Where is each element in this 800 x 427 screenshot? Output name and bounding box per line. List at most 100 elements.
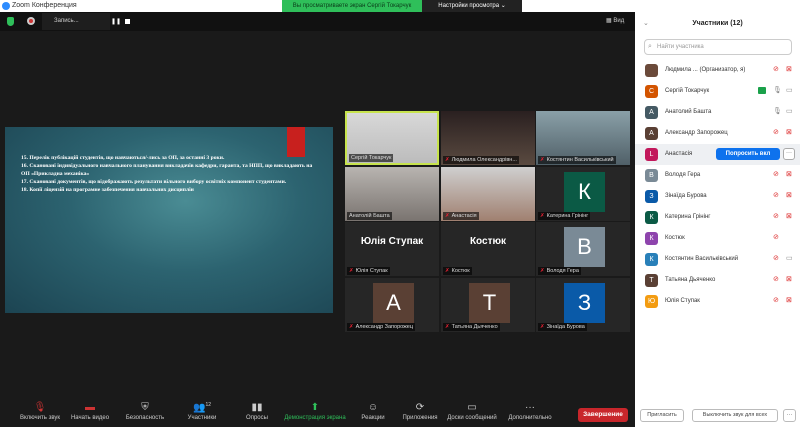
camera-off-icon[interactable]: ⊠ (786, 191, 792, 199)
participant-row[interactable]: В Володя Гера ⊘ ⊠ (635, 165, 800, 186)
avatar: К (645, 253, 658, 266)
slide-red-accent (287, 127, 305, 157)
video-tile[interactable]: ✗ Анастасія (441, 167, 535, 221)
participants-panel: ⌄ Участники (12) Найти участника Людмила… (635, 12, 800, 427)
camera-icon[interactable]: ▭ (786, 254, 793, 262)
camera-off-icon[interactable]: ⊠ (786, 275, 792, 283)
mic-icon[interactable]: 🎙︎ (773, 86, 782, 94)
participant-row[interactable]: З Зінаїда Бурова ⊘ ⊠ (635, 186, 800, 207)
invite-button[interactable]: Пригласить (640, 409, 684, 422)
mic-muted-icon[interactable]: ⊘ (773, 275, 779, 283)
shared-screen: 15. Перелік публікацій студентів, що нав… (5, 127, 333, 313)
participant-row[interactable]: Ю Юлія Ступак ⊘ ⊠ (635, 291, 800, 312)
participant-search-input[interactable]: Найти участника (644, 39, 792, 55)
video-tile[interactable]: А ✗ Александр Запорожец (345, 278, 439, 332)
mic-icon[interactable]: 🎙︎ (773, 107, 782, 115)
mic-muted-icon[interactable]: ⊘ (773, 254, 779, 262)
participant-row[interactable]: А Анатолий Башта 🎙︎ ▭ (635, 102, 800, 123)
mic-muted-icon[interactable]: ⊘ (773, 191, 779, 199)
mic-muted-icon: ✗ (445, 268, 450, 274)
start-video-label: Начать видео (70, 415, 110, 421)
view-options-button[interactable]: Настройки просмотра ⌄ (422, 0, 522, 12)
participant-name: Катерина Грінінг (665, 214, 711, 220)
participant-row[interactable]: С Сергій Токарчук 🎙︎ ▭ (635, 81, 800, 102)
view-button[interactable]: ▦ Вид (606, 17, 624, 24)
mute-all-button[interactable]: Выключить звук для всех (692, 409, 778, 422)
record-icon (27, 17, 35, 25)
camera-off-icon[interactable]: ⊠ (786, 65, 792, 73)
more-button[interactable]: ··· Дополнительно (495, 402, 565, 421)
meeting-top-bar: Запись... ❚❚ ▦ Вид (0, 12, 635, 31)
ask-to-unmute-button[interactable]: Попросить вкл (716, 148, 780, 160)
participant-name: Анастасія (451, 213, 477, 219)
recording-label: Запись... (42, 13, 110, 30)
avatar: Ю (645, 295, 658, 308)
tile-name-label: ✗ Костюк (443, 267, 472, 275)
end-meeting-button[interactable]: Завершение (578, 408, 628, 422)
mic-muted-icon[interactable]: ⊘ (773, 128, 779, 136)
participant-row[interactable]: К Катерина Грінінг ⊘ ⊠ (635, 207, 800, 228)
video-grid: Сергій Токарчук ✗ Людмила Олександрівн... ✗… (345, 111, 633, 333)
participant-name: Катерина Грінінг (546, 213, 589, 219)
mic-muted-icon: ✗ (445, 324, 450, 330)
mic-muted-icon[interactable]: ⊘ (773, 296, 779, 304)
mic-muted-icon[interactable]: ⊘ (773, 212, 779, 220)
avatar: К (564, 172, 605, 212)
video-tile[interactable]: Т ✗ Татьяна Дьяченко (441, 278, 535, 332)
participant-name: Костюк (665, 235, 685, 241)
participant-row[interactable]: L Анастасія Попросить вкл ··· (635, 144, 800, 165)
participant-name: Костюк (451, 268, 470, 274)
encryption-shield-icon[interactable] (7, 17, 14, 26)
mic-muted-icon[interactable]: ⊘ (773, 65, 779, 73)
slide-line: 16. Скановані індивідуального навчальног… (21, 163, 313, 177)
participant-row[interactable]: К Костянтин Васильківський ⊘ ▭ (635, 249, 800, 270)
participant-name: Татьяна Дьяченко (451, 324, 498, 330)
video-tile[interactable]: Анатолій Башта (345, 167, 439, 221)
video-tile[interactable]: З ✗ Зінаїда Бурова (536, 278, 630, 332)
camera-off-icon[interactable]: ⊠ (786, 128, 792, 136)
video-tile[interactable]: ✗ Костянтин Васильківський (536, 111, 630, 165)
participant-name: Володя Гера (546, 268, 579, 274)
participant-name: Анастасія (665, 151, 693, 157)
participant-name: Юлія Ступак (665, 298, 700, 304)
avatar: А (373, 283, 414, 323)
camera-off-icon[interactable]: ⊠ (786, 296, 792, 304)
participant-name: Татьяна Дьяченко (665, 277, 716, 283)
mic-muted-icon: ✗ (445, 213, 450, 219)
participant-row[interactable]: Людмила ... (Организатор, я) ⊘ ⊠ (635, 60, 800, 81)
zoom-logo-icon (2, 2, 10, 10)
video-tile[interactable]: Сергій Токарчук (345, 111, 439, 165)
avatar: З (564, 283, 605, 323)
video-tile[interactable]: В ✗ Володя Гера (536, 222, 630, 276)
video-tile[interactable]: Костюк ✗ Костюк (441, 222, 535, 276)
camera-icon[interactable]: ▭ (786, 107, 793, 115)
participant-row[interactable]: А Александр Запорожец ⊘ ⊠ (635, 123, 800, 144)
participants-count: 12 (205, 402, 211, 408)
camera-icon[interactable]: ▭ (786, 86, 793, 94)
avatar: К (645, 211, 658, 224)
camera-off-icon[interactable]: ⊠ (786, 212, 792, 220)
meeting-toolbar: 🎙︎ Включить звук ▬ Начать видео ⛨ Безопасно… (0, 400, 635, 427)
slide-line: 17. Скановані документів, що відображают… (21, 179, 287, 185)
mic-muted-icon[interactable]: ⊘ (773, 170, 779, 178)
video-tile[interactable]: ✗ Людмила Олександрівн... (441, 111, 535, 165)
participant-row[interactable]: К Костюк ⊘ (635, 228, 800, 249)
camera-off-icon[interactable]: ⊠ (786, 170, 792, 178)
participant-name: Зінаїда Бурова (665, 193, 707, 199)
video-tile[interactable]: Юлія Ступак ✗ Юлія Ступак (345, 222, 439, 276)
stop-recording-button[interactable] (125, 19, 130, 24)
participant-name: Людмила Олександрівн... (451, 157, 517, 163)
row-more-button[interactable]: ··· (783, 148, 795, 160)
tile-name-label: ✗ Костянтин Васильківський (538, 156, 616, 164)
participant-name-large: Костюк (469, 236, 507, 247)
avatar: L (645, 148, 658, 161)
video-tile[interactable]: К ✗ Катерина Грінінг (536, 167, 630, 221)
participant-name: Сергій Токарчук (351, 155, 392, 161)
mic-muted-icon: ✗ (349, 324, 354, 330)
share-banner: Вы просматриваете экран Сергій Токарчук (282, 0, 422, 12)
mic-muted-icon[interactable]: ⊘ (773, 233, 779, 241)
participant-row[interactable]: Т Татьяна Дьяченко ⊘ ⊠ (635, 270, 800, 291)
panel-more-button[interactable]: ··· (783, 409, 796, 422)
participant-name: Людмила ... (Организатор, я) (665, 67, 746, 73)
pause-recording-button[interactable]: ❚❚ (111, 18, 121, 25)
